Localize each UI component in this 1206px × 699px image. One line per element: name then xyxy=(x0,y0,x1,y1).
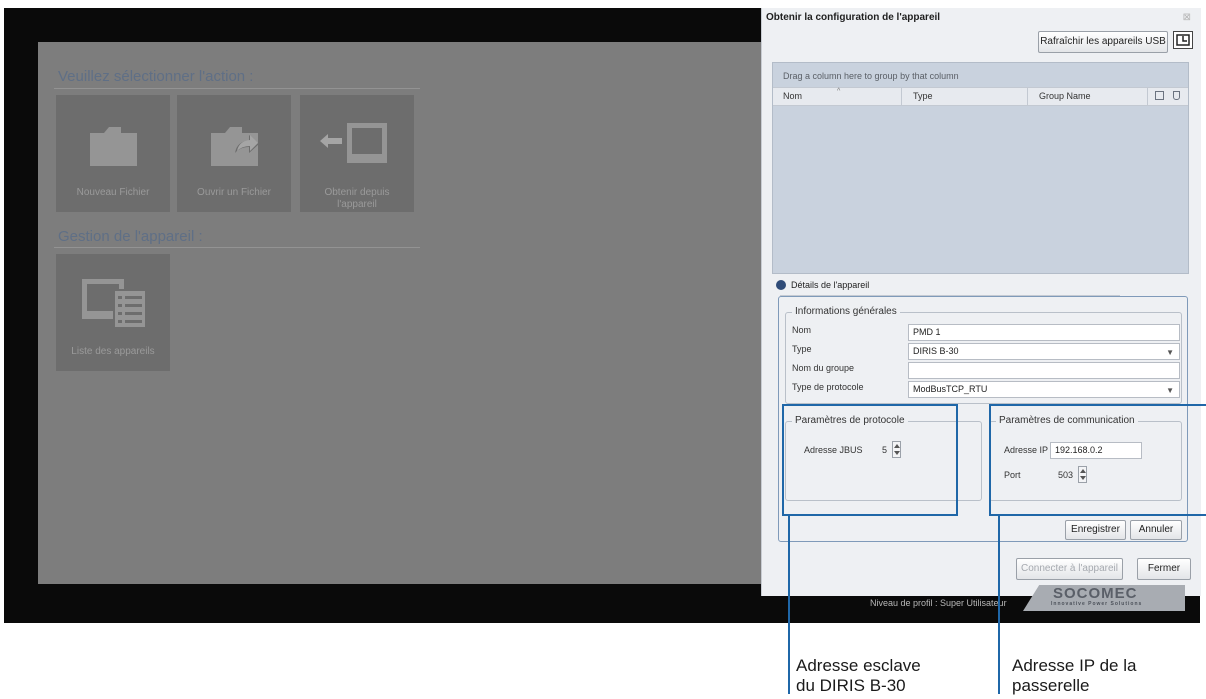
get-from-device-label: Obtenir depuis l'appareil xyxy=(324,187,390,210)
company-logo: SOCOMEC Innovative Power Solutions xyxy=(1023,585,1185,611)
grid-header: Nom ^ Type Group Name xyxy=(773,87,1188,106)
general-info-group: Informations générales Nom PMD 1 Type DI… xyxy=(785,306,1182,404)
column-separator xyxy=(1027,88,1028,105)
protocol-type-label: Type de protocole xyxy=(792,382,864,392)
name-label: Nom xyxy=(792,325,812,335)
dropdown-arrow-icon: ▼ xyxy=(1166,348,1174,357)
annotation-line: Adresse IP de la xyxy=(1012,656,1137,675)
filter-icon[interactable] xyxy=(1173,91,1180,100)
sort-arrow-icon: ^ xyxy=(837,88,841,95)
refresh-usb-button[interactable]: Rafraîchir les appareils USB xyxy=(1038,31,1168,53)
column-separator xyxy=(901,88,902,105)
annotation-line: passerelle xyxy=(1012,676,1090,695)
logo-tagline: Innovative Power Solutions xyxy=(1051,601,1143,607)
save-button[interactable]: Enregistrer xyxy=(1065,520,1126,540)
column-header-group-name[interactable]: Group Name xyxy=(1039,91,1091,101)
type-select[interactable]: DIRIS B-30 ▼ xyxy=(908,343,1180,360)
collapse-icon[interactable] xyxy=(776,280,786,290)
monitor-import-icon xyxy=(320,123,387,163)
open-file-label: Ouvrir un Fichier xyxy=(197,187,271,198)
new-file-tile[interactable]: Nouveau Fichier xyxy=(56,95,170,212)
column-header-nom[interactable]: Nom xyxy=(783,91,802,101)
device-details-label: Détails de l'appareil xyxy=(791,280,870,290)
folder-icon xyxy=(90,127,137,166)
dialog-title: Obtenir la configuration de l'appareil xyxy=(766,12,941,23)
column-separator xyxy=(1147,88,1148,105)
cancel-button[interactable]: Annuler xyxy=(1130,520,1182,540)
gateway-ip-callout xyxy=(989,404,1206,516)
dropdown-arrow-icon: ▼ xyxy=(1166,386,1174,395)
callout-leader-line xyxy=(788,516,790,694)
name-field[interactable]: PMD 1 xyxy=(908,324,1180,341)
column-header-type[interactable]: Type xyxy=(913,91,933,101)
close-button[interactable]: Fermer xyxy=(1137,558,1191,580)
column-chooser-icon[interactable] xyxy=(1155,91,1164,100)
folder-open-arrow-icon xyxy=(211,127,259,166)
profile-level-status: Niveau de profil : Super Utilisateur xyxy=(870,598,1007,608)
general-info-legend: Informations générales xyxy=(792,306,900,317)
device-list-icon xyxy=(82,279,147,329)
type-select-value: DIRIS B-30 xyxy=(913,346,959,356)
device-list-label: Liste des appareils xyxy=(71,346,155,357)
refresh-icon[interactable] xyxy=(1173,31,1193,49)
callout-leader-line xyxy=(998,516,1000,694)
device-grid[interactable]: Drag a column here to group by that colu… xyxy=(772,62,1189,274)
protocol-type-value: ModBusTCP_RTU xyxy=(913,384,988,394)
annotation-line: du DIRIS B-30 xyxy=(796,676,906,695)
device-list-tile[interactable]: Liste des appareils xyxy=(56,254,170,371)
group-name-field[interactable] xyxy=(908,362,1180,379)
group-name-label: Nom du groupe xyxy=(792,363,855,373)
open-file-tile[interactable]: Ouvrir un Fichier xyxy=(177,95,291,212)
slave-address-callout xyxy=(782,404,958,516)
type-label: Type xyxy=(792,344,812,354)
annotation-line: Adresse esclave xyxy=(796,656,921,675)
connect-device-button[interactable]: Connecter à l'appareil xyxy=(1016,558,1123,580)
gateway-ip-annotation: Adresse IP de la passerelle xyxy=(1012,656,1136,696)
protocol-type-select[interactable]: ModBusTCP_RTU ▼ xyxy=(908,381,1180,398)
action-panel: Veuillez sélectionner l'action : Nouveau… xyxy=(38,42,786,584)
new-file-label: Nouveau Fichier xyxy=(76,187,150,198)
section-divider xyxy=(54,88,420,89)
close-icon[interactable]: ⊠ xyxy=(1183,12,1191,23)
slave-address-annotation: Adresse esclave du DIRIS B-30 xyxy=(796,656,921,696)
get-from-device-tile[interactable]: Obtenir depuis l'appareil xyxy=(300,95,414,212)
logo-text: SOCOMEC xyxy=(1053,585,1138,602)
group-by-hint: Drag a column here to group by that colu… xyxy=(783,71,959,81)
section-divider xyxy=(54,247,420,248)
device-management-title: Gestion de l'appareil : xyxy=(58,228,203,245)
select-action-title: Veuillez sélectionner l'action : xyxy=(58,68,254,85)
